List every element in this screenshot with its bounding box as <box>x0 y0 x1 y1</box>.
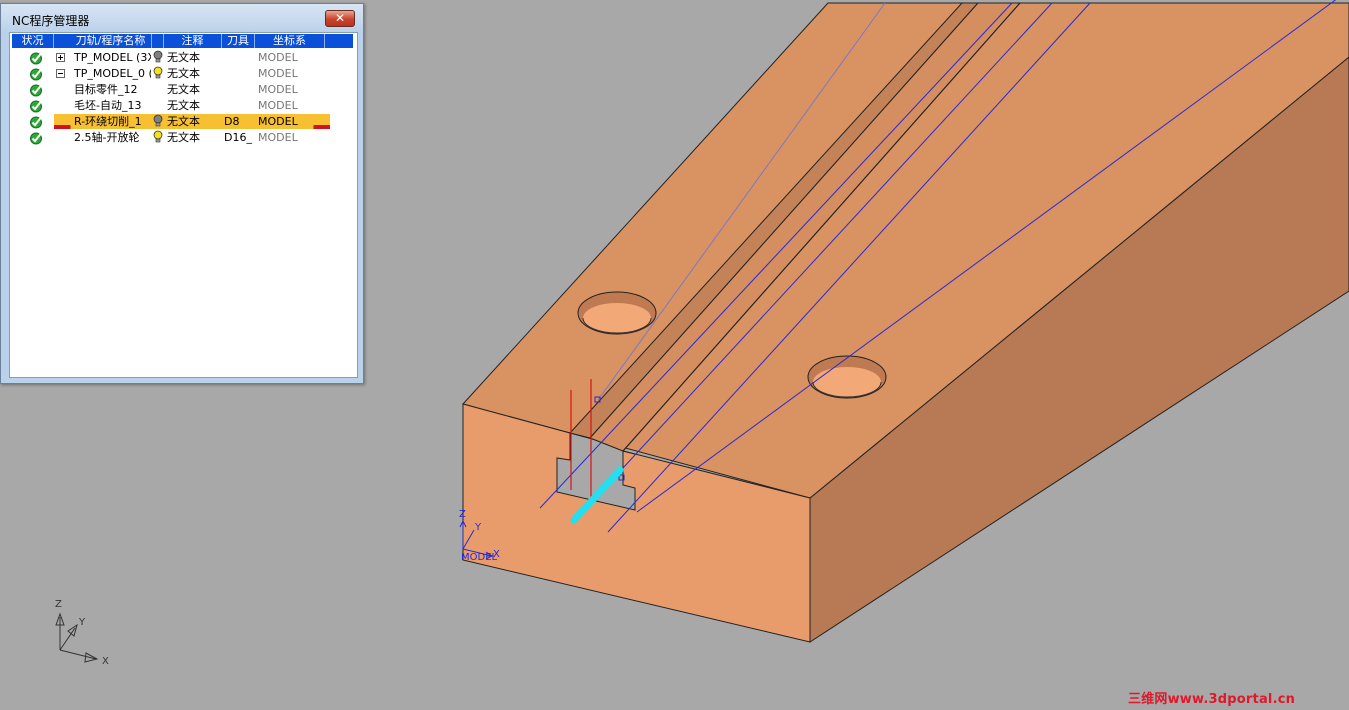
collapse-icon[interactable] <box>56 69 65 78</box>
status-check-icon <box>29 99 43 113</box>
lightbulb-icon[interactable] <box>153 66 163 80</box>
column-header-note[interactable]: 注释 <box>164 34 222 48</box>
world-axis-triad <box>55 612 99 663</box>
row-tool: D16_ <box>224 131 252 144</box>
row-note: 无文本 <box>167 67 200 80</box>
tree-row[interactable]: R-环绕切削_1 无文本 D8 MODEL <box>12 114 353 130</box>
row-coord-system: MODEL <box>258 67 298 80</box>
local-axis-y-label: Y <box>474 522 482 533</box>
row-tool <box>224 67 254 81</box>
world-axis-x-label: X <box>102 656 109 667</box>
row-tool <box>224 51 254 65</box>
row-name: TP_MODEL_0 ( <box>74 67 151 80</box>
status-check-icon <box>29 115 43 129</box>
row-coord-system: MODEL <box>258 83 298 96</box>
lightbulb-icon[interactable] <box>153 130 163 144</box>
column-header-bulb[interactable] <box>152 34 164 48</box>
nc-program-manager-window[interactable]: NC程序管理器 ✕ 状况 刀轨/程序名称 注释 刀具 坐标系 TP_MODEL … <box>0 3 364 384</box>
row-tool: D8 <box>224 115 240 128</box>
local-axis-z-label: Z <box>459 509 466 520</box>
tree-header: 状况 刀轨/程序名称 注释 刀具 坐标系 <box>12 34 353 48</box>
close-icon: ✕ <box>334 11 346 25</box>
row-note: 无文本 <box>167 83 200 96</box>
status-check-icon <box>29 131 43 145</box>
column-header-coord[interactable]: 坐标系 <box>255 34 325 48</box>
tree-row[interactable]: TP_MODEL (3X 无文本 MODEL <box>12 50 353 66</box>
program-tree[interactable]: 状况 刀轨/程序名称 注释 刀具 坐标系 TP_MODEL (3X 无文本 MODE… <box>9 32 358 378</box>
local-axis-name: MODEL <box>461 552 498 563</box>
column-header-name[interactable]: 刀轨/程序名称 <box>70 34 152 48</box>
row-coord-system: MODEL <box>258 131 298 144</box>
window-title: NC程序管理器 <box>12 14 90 28</box>
row-name: 目标零件_12 <box>74 83 138 96</box>
status-check-icon <box>29 83 43 97</box>
row-coord-system: MODEL <box>258 115 298 128</box>
tree-row[interactable]: TP_MODEL_0 ( 无文本 MODEL <box>12 66 353 82</box>
lightbulb-icon[interactable] <box>153 50 163 64</box>
tree-row[interactable]: 2.5轴-开放轮 无文本 D16_ MODEL <box>12 130 353 146</box>
row-note: 无文本 <box>167 51 200 64</box>
world-axis-y-label: Y <box>78 617 86 628</box>
row-tool <box>224 83 254 97</box>
row-note: 无文本 <box>167 131 200 144</box>
lightbulb-icon[interactable] <box>153 114 163 128</box>
row-name: 2.5轴-开放轮 <box>74 131 140 144</box>
hole-left <box>577 291 657 335</box>
column-header-tool[interactable]: 刀具 <box>222 34 255 48</box>
row-note: 无文本 <box>167 99 200 112</box>
close-button[interactable]: ✕ <box>325 10 355 27</box>
row-coord-system: MODEL <box>258 51 298 64</box>
expand-icon[interactable] <box>56 53 65 62</box>
column-header-status[interactable]: 状况 <box>12 34 54 48</box>
tree-row[interactable]: 毛坯-自动_13 无文本 MODEL <box>12 98 353 114</box>
row-note: 无文本 <box>167 115 200 128</box>
status-check-icon <box>29 51 43 65</box>
row-name: TP_MODEL (3X <box>74 51 151 64</box>
status-check-icon <box>29 67 43 81</box>
row-tool <box>224 99 254 113</box>
row-name: R-环绕切削_1 <box>74 115 142 128</box>
row-coord-system: MODEL <box>258 99 298 112</box>
tree-row[interactable]: 目标零件_12 无文本 MODEL <box>12 82 353 98</box>
watermark: 三维网www.3dportal.cn <box>1128 692 1296 707</box>
window-titlebar[interactable]: NC程序管理器 ✕ <box>1 4 363 32</box>
hole-right <box>807 355 887 399</box>
row-name: 毛坯-自动_13 <box>74 99 142 112</box>
world-axis-z-label: Z <box>55 599 62 610</box>
